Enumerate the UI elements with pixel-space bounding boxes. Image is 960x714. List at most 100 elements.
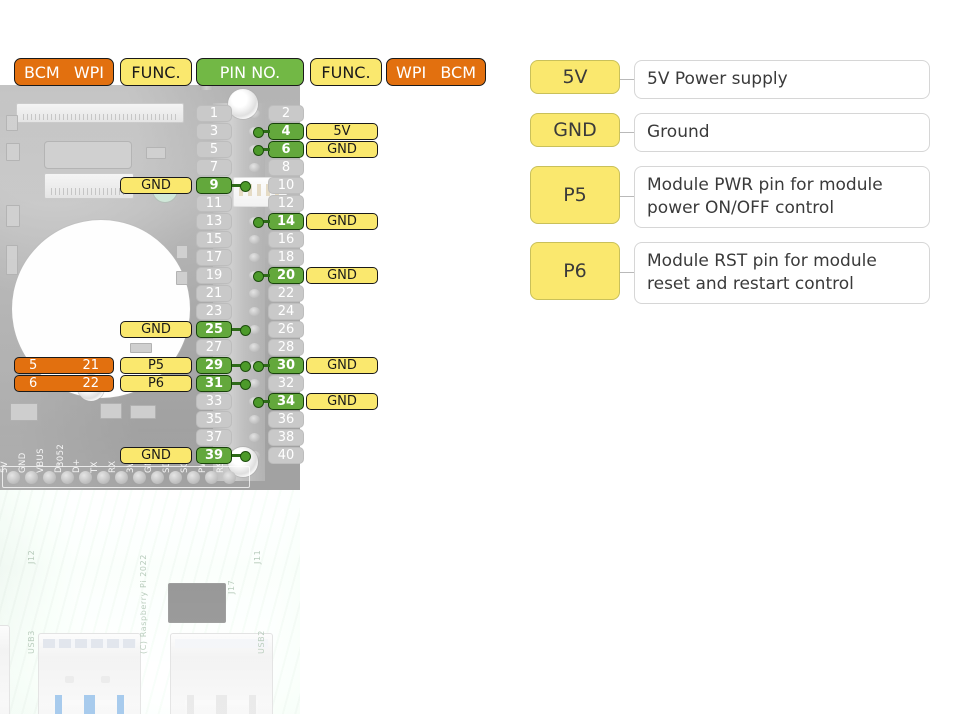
pin-row: GND 25 26 bbox=[0, 321, 500, 338]
pin-row: 37 38 bbox=[0, 429, 500, 446]
legend-connector-line bbox=[620, 131, 634, 133]
header-badge-part: WPI bbox=[396, 62, 427, 82]
legend-row-5v: 5V 5V Power supply bbox=[530, 60, 930, 99]
pin-number-20[interactable]: 20 bbox=[268, 267, 304, 284]
pin-row: 13 14 GND bbox=[0, 213, 500, 230]
pin-number-11[interactable]: 11 bbox=[196, 195, 232, 212]
pin-number-22[interactable]: 22 bbox=[268, 285, 304, 302]
gpio-pin-matrix: 1 2 3 4 5V 5 6 GND 7 8 GND 9 10 11 12 13 14 GND 15 16 17 18 19… bbox=[0, 105, 500, 475]
pin-lead-left bbox=[232, 181, 251, 192]
pin-number-27[interactable]: 27 bbox=[196, 339, 232, 356]
pin-number-26[interactable]: 26 bbox=[268, 321, 304, 338]
pin-number-35[interactable]: 35 bbox=[196, 411, 232, 428]
pin-lead-right bbox=[253, 397, 270, 408]
pin-row: 27 28 bbox=[0, 339, 500, 356]
pin-number-17[interactable]: 17 bbox=[196, 249, 232, 266]
legend-row-p6: P6 Module RST pin for module reset and re… bbox=[530, 241, 930, 304]
pin-number-32[interactable]: 32 bbox=[268, 375, 304, 392]
pin-number-29[interactable]: 29 bbox=[196, 357, 232, 374]
pin-number-18[interactable]: 18 bbox=[268, 249, 304, 266]
usb-shield-lip bbox=[43, 639, 136, 648]
pin-number-21[interactable]: 21 bbox=[196, 285, 232, 302]
pin-row: 21 22 bbox=[0, 285, 500, 302]
func-label-pin-31: P6 bbox=[120, 375, 192, 392]
pin-number-10[interactable]: 10 bbox=[268, 177, 304, 194]
func-label-pin-9: GND bbox=[120, 177, 192, 194]
func-label-pin-6: GND bbox=[306, 141, 378, 158]
pin-number-31[interactable]: 31 bbox=[196, 375, 232, 392]
pi-silk-label: USB2 bbox=[257, 630, 266, 654]
pin-number-9[interactable]: 9 bbox=[196, 177, 232, 194]
pin-number-24[interactable]: 24 bbox=[268, 303, 304, 320]
bcm-number: 5 bbox=[29, 358, 38, 373]
pin-row: 3 4 5V bbox=[0, 123, 500, 140]
header-badge-part: BCM bbox=[440, 62, 476, 82]
bcm-wpi-label-pin-29: 5 21 bbox=[14, 357, 114, 374]
header-badge-bcm-wpi-right: WPI BCM bbox=[386, 58, 486, 86]
pi-silk-label: USB3 bbox=[27, 630, 36, 654]
pin-lead-right bbox=[253, 361, 270, 372]
legend-chip-gnd: GND bbox=[530, 112, 620, 147]
pin-number-8[interactable]: 8 bbox=[268, 159, 304, 176]
legend-chip-p6: P6 bbox=[530, 241, 620, 300]
header-badge-part: WPI bbox=[73, 62, 104, 82]
func-label-pin-20: GND bbox=[306, 267, 378, 284]
pin-lead-right bbox=[253, 145, 270, 156]
usb-tongue bbox=[53, 695, 126, 714]
pin-number-39[interactable]: 39 bbox=[196, 447, 232, 464]
pin-number-19[interactable]: 19 bbox=[196, 267, 232, 284]
pin-number-13[interactable]: 13 bbox=[196, 213, 232, 230]
legend-panel: 5V 5V Power supply GND Ground P5 Module PWR p… bbox=[530, 60, 930, 318]
pin-number-36[interactable]: 36 bbox=[268, 411, 304, 428]
pin-number-3[interactable]: 3 bbox=[196, 123, 232, 140]
pin-number-6[interactable]: 6 bbox=[268, 141, 304, 158]
legend-description-5v: 5V Power supply bbox=[634, 60, 930, 99]
pin-row: 23 24 bbox=[0, 303, 500, 320]
header-badge-func-right: FUNC. bbox=[310, 58, 382, 86]
pin-number-7[interactable]: 7 bbox=[196, 159, 232, 176]
legend-connector-line bbox=[620, 272, 634, 274]
func-label-pin-30: GND bbox=[306, 357, 378, 374]
legend-row-p5: P5 Module PWR pin for module power ON/OFF… bbox=[530, 165, 930, 228]
pin-row: 15 16 bbox=[0, 231, 500, 248]
pin-number-28[interactable]: 28 bbox=[268, 339, 304, 356]
usb-port-edge bbox=[0, 625, 10, 714]
usb-tongue bbox=[185, 695, 258, 714]
header-badge-pin-no: PIN NO. bbox=[196, 58, 304, 86]
legend-row-gnd: GND Ground bbox=[530, 112, 930, 152]
header-badge-parts: BCM WPI bbox=[15, 63, 113, 82]
bcm-number: 6 bbox=[29, 376, 38, 391]
pin-number-12[interactable]: 12 bbox=[268, 195, 304, 212]
pin-number-33[interactable]: 33 bbox=[196, 393, 232, 410]
pin-number-34[interactable]: 34 bbox=[268, 393, 304, 410]
legend-chip-5v: 5V bbox=[530, 60, 620, 94]
pin-number-15[interactable]: 15 bbox=[196, 231, 232, 248]
pi-silk-label: (C) Raspberry Pi 2022 bbox=[139, 554, 148, 654]
pin-number-4[interactable]: 4 bbox=[268, 123, 304, 140]
pin-number-23[interactable]: 23 bbox=[196, 303, 232, 320]
pin-row: 5 6 GND bbox=[0, 141, 500, 158]
pin-number-2[interactable]: 2 bbox=[268, 105, 304, 122]
header-badge-parts: WPI BCM bbox=[387, 63, 485, 82]
func-label-pin-25: GND bbox=[120, 321, 192, 338]
usb-dimple bbox=[65, 676, 74, 683]
pin-number-14[interactable]: 14 bbox=[268, 213, 304, 230]
pin-number-38[interactable]: 38 bbox=[268, 429, 304, 446]
pin-number-37[interactable]: 37 bbox=[196, 429, 232, 446]
pin-number-16[interactable]: 16 bbox=[268, 231, 304, 248]
pin-number-25[interactable]: 25 bbox=[196, 321, 232, 338]
column-header-row: BCM WPI FUNC. PIN NO. FUNC. WPI BCM bbox=[0, 58, 500, 88]
header-badge-part: BCM bbox=[24, 62, 60, 82]
legend-connector-line bbox=[620, 196, 634, 198]
pin-number-5[interactable]: 5 bbox=[196, 141, 232, 158]
legend-connector-line bbox=[620, 78, 634, 80]
pin-row: 19 20 GND bbox=[0, 267, 500, 284]
pin-number-40[interactable]: 40 bbox=[268, 447, 304, 464]
pin-lead-right bbox=[253, 217, 270, 228]
wpi-number: 22 bbox=[82, 376, 99, 391]
pin-number-30[interactable]: 30 bbox=[268, 357, 304, 374]
pin-lead-right bbox=[253, 127, 270, 138]
pi-silk-label: J17 bbox=[227, 579, 236, 594]
pin-number-1[interactable]: 1 bbox=[196, 105, 232, 122]
pin-row: 17 18 bbox=[0, 249, 500, 266]
